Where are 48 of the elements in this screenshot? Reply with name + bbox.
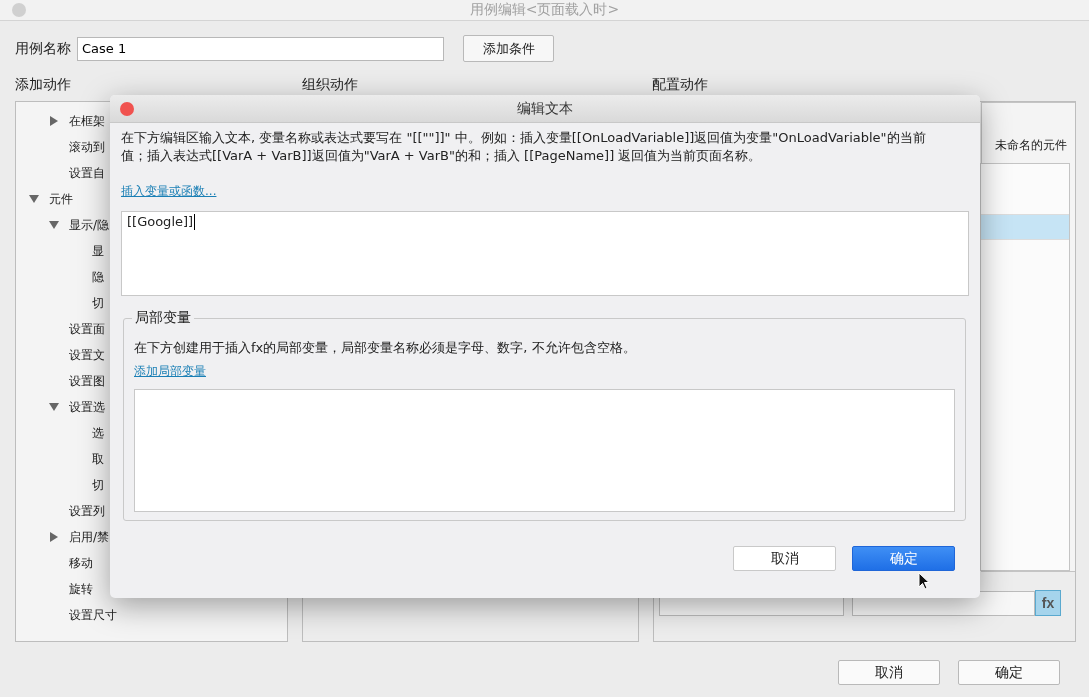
target-label: 未命名的元件 bbox=[995, 137, 1068, 154]
fx-button[interactable]: fx bbox=[1035, 590, 1061, 616]
window-title: 用例编辑<页面载入时> bbox=[469, 1, 620, 19]
case-name-label: 用例名称 bbox=[15, 39, 71, 58]
collapse-arrow-icon[interactable] bbox=[49, 220, 59, 230]
tree-item[interactable]: 切 bbox=[92, 294, 104, 312]
close-button[interactable] bbox=[120, 102, 134, 116]
tree-item[interactable]: 设置图 bbox=[69, 372, 105, 390]
group-legend: 局部变量 bbox=[132, 309, 194, 327]
tree-item[interactable]: 取 bbox=[92, 450, 104, 468]
editor-text: [[Google]] bbox=[127, 214, 194, 229]
tree-item[interactable]: 设置尺寸 bbox=[69, 606, 117, 624]
tree-item[interactable]: 选 bbox=[92, 424, 104, 442]
tree-item[interactable]: 设置文 bbox=[69, 346, 105, 364]
dialog-button[interactable]: 确定 bbox=[958, 660, 1060, 685]
tree-item[interactable]: 旋转 bbox=[69, 580, 93, 598]
local-variables-text: 在下方创建用于插入fx的局部变量，局部变量名称必须是字母、数字, 不允许包含空格。 bbox=[134, 339, 637, 357]
tree-item[interactable]: 切 bbox=[92, 476, 104, 494]
collapse-arrow-icon[interactable] bbox=[29, 194, 39, 204]
add-local-variable-link[interactable]: 添加局部变量 bbox=[134, 363, 206, 380]
expand-arrow-icon[interactable] bbox=[49, 116, 59, 126]
tree-item[interactable]: 设置面 bbox=[69, 320, 105, 338]
section-heading: 配置动作 bbox=[652, 76, 709, 94]
insert-variable-link[interactable]: 插入变量或函数... bbox=[121, 183, 217, 200]
collapse-arrow-icon[interactable] bbox=[49, 402, 59, 412]
tree-item[interactable]: 启用/禁 bbox=[69, 528, 110, 546]
tree-item[interactable]: 移动 bbox=[69, 554, 93, 572]
expand-arrow-icon[interactable] bbox=[49, 532, 59, 542]
dialog-button[interactable]: 取消 bbox=[733, 546, 836, 571]
tree-item[interactable]: 隐 bbox=[92, 268, 104, 286]
text-editor[interactable]: [[Google]] bbox=[121, 211, 969, 296]
tree-item[interactable]: 在框架 bbox=[69, 112, 105, 130]
section-heading: 组织动作 bbox=[302, 76, 359, 94]
tree-item[interactable]: 设置自 bbox=[69, 164, 105, 182]
instructions-text: 在下方编辑区输入文本, 变量名称或表达式要写在 "[[""]]" 中。例如：插入变量[[OnLoadVariable]]返回值为变量"OnLoadVariable"的当前值；插入表达式[[VarA + VarB]]返回值为"VarA + VarB"的和；插入 [[PageName]] 返回值为当前页面名称。 bbox=[121, 129, 927, 165]
add-condition-button[interactable]: 添加条件 bbox=[463, 35, 554, 62]
dialog-button[interactable]: 确定 bbox=[852, 546, 955, 571]
dialog-button[interactable]: 取消 bbox=[838, 660, 940, 685]
mouse-pointer-icon bbox=[918, 572, 930, 590]
tree-item[interactable]: 设置选 bbox=[69, 398, 105, 416]
tree-item[interactable]: 显 bbox=[92, 242, 104, 260]
dialog-title: 编辑文本 bbox=[517, 99, 573, 118]
case-name-field[interactable]: Case 1 bbox=[77, 36, 444, 61]
tree-item[interactable]: 元件 bbox=[49, 190, 73, 208]
tree-item[interactable]: 滚动到 bbox=[69, 138, 105, 156]
section-heading: 添加动作 bbox=[15, 76, 72, 94]
tree-item[interactable]: 显示/隐 bbox=[69, 216, 110, 234]
tree-item[interactable]: 设置列 bbox=[69, 502, 105, 520]
